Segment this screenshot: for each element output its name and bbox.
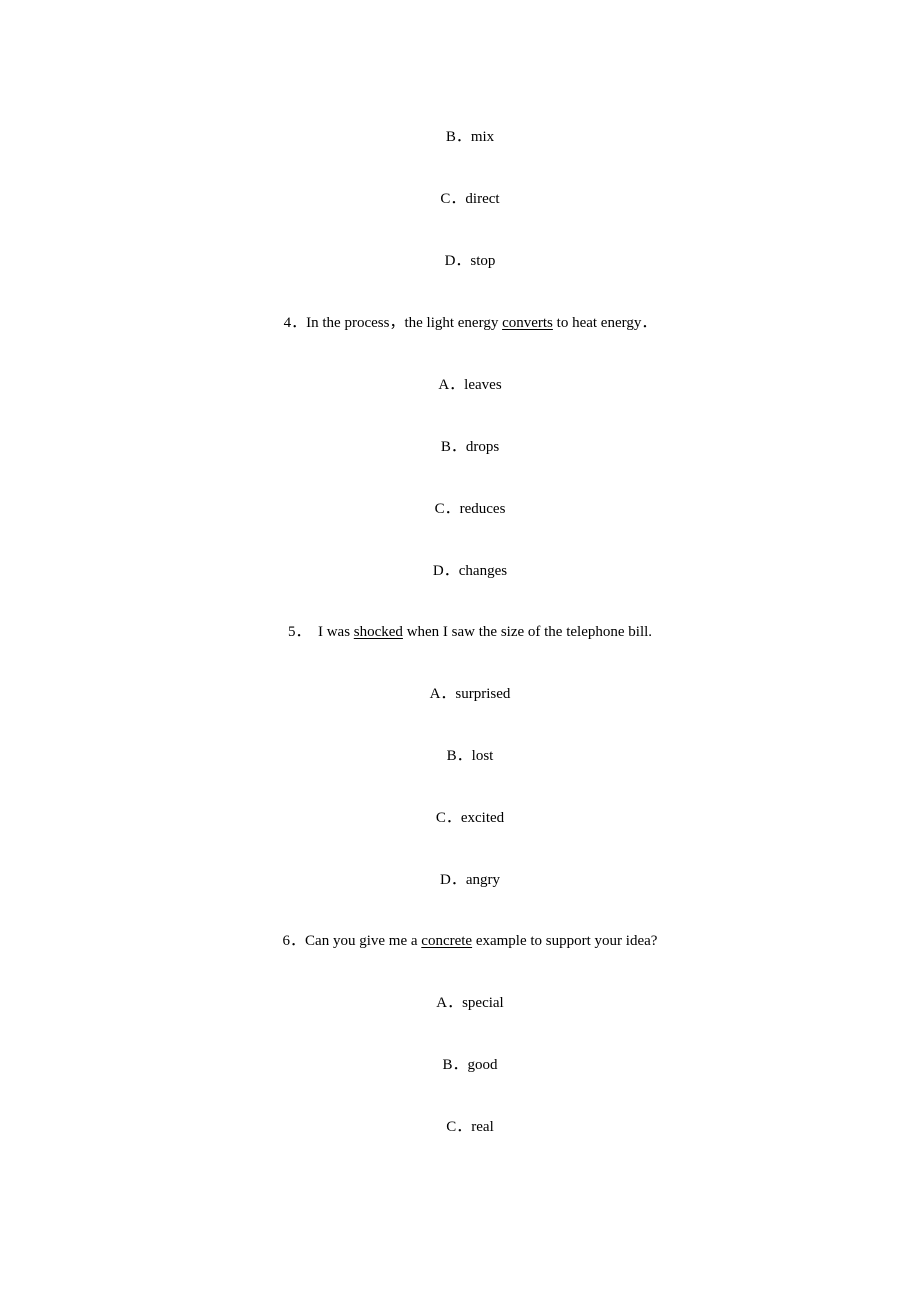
option-5d: D．angry — [0, 870, 920, 890]
underlined-word: shocked — [353, 624, 403, 640]
option-text: A．surprised — [429, 686, 511, 702]
option-text: B．good — [442, 1057, 498, 1073]
option-3c: C．direct — [0, 189, 920, 209]
option-4a: A．leaves — [0, 375, 920, 395]
option-5c: C．excited — [0, 808, 920, 828]
option-5b: B．lost — [0, 746, 920, 766]
option-6c: C．real — [0, 1117, 920, 1137]
option-text: A．special — [436, 995, 504, 1011]
option-text: C．reduces — [434, 501, 506, 517]
option-text: D．stop — [444, 253, 496, 269]
option-text: D．angry — [440, 872, 500, 888]
option-4c: C．reduces — [0, 499, 920, 519]
option-text: A．leaves — [438, 377, 502, 393]
option-text: C．direct — [440, 191, 500, 207]
underlined-word: concrete — [421, 933, 473, 949]
question-text: example to support your idea? — [472, 933, 658, 949]
option-text: B．lost — [446, 748, 494, 764]
option-5a: A．surprised — [0, 684, 920, 704]
option-3b: B．mix — [0, 127, 920, 147]
option-4d: D．changes — [0, 561, 920, 581]
question-4: 4．In the process，the light energy conver… — [0, 313, 920, 333]
question-5: 5． I was shocked when I saw the size of … — [0, 622, 920, 642]
option-text: D．changes — [432, 563, 508, 579]
question-text: when I saw the size of the telephone bil… — [402, 624, 653, 640]
underlined-word: converts — [502, 315, 553, 331]
option-text: B．drops — [440, 439, 500, 455]
option-text: B．mix — [445, 129, 495, 145]
option-text: C．real — [446, 1119, 494, 1135]
question-text: 4．In the process，the light energy — [283, 315, 503, 331]
question-text: 6．Can you give me a — [282, 933, 422, 949]
question-6: 6．Can you give me a concrete example to … — [0, 931, 920, 951]
option-3d: D．stop — [0, 251, 920, 271]
option-text: C．excited — [435, 810, 505, 826]
option-6b: B．good — [0, 1055, 920, 1075]
option-4b: B．drops — [0, 437, 920, 457]
option-6a: A．special — [0, 993, 920, 1013]
question-text: to heat energy． — [552, 315, 657, 331]
question-text: 5． I was — [287, 624, 354, 640]
